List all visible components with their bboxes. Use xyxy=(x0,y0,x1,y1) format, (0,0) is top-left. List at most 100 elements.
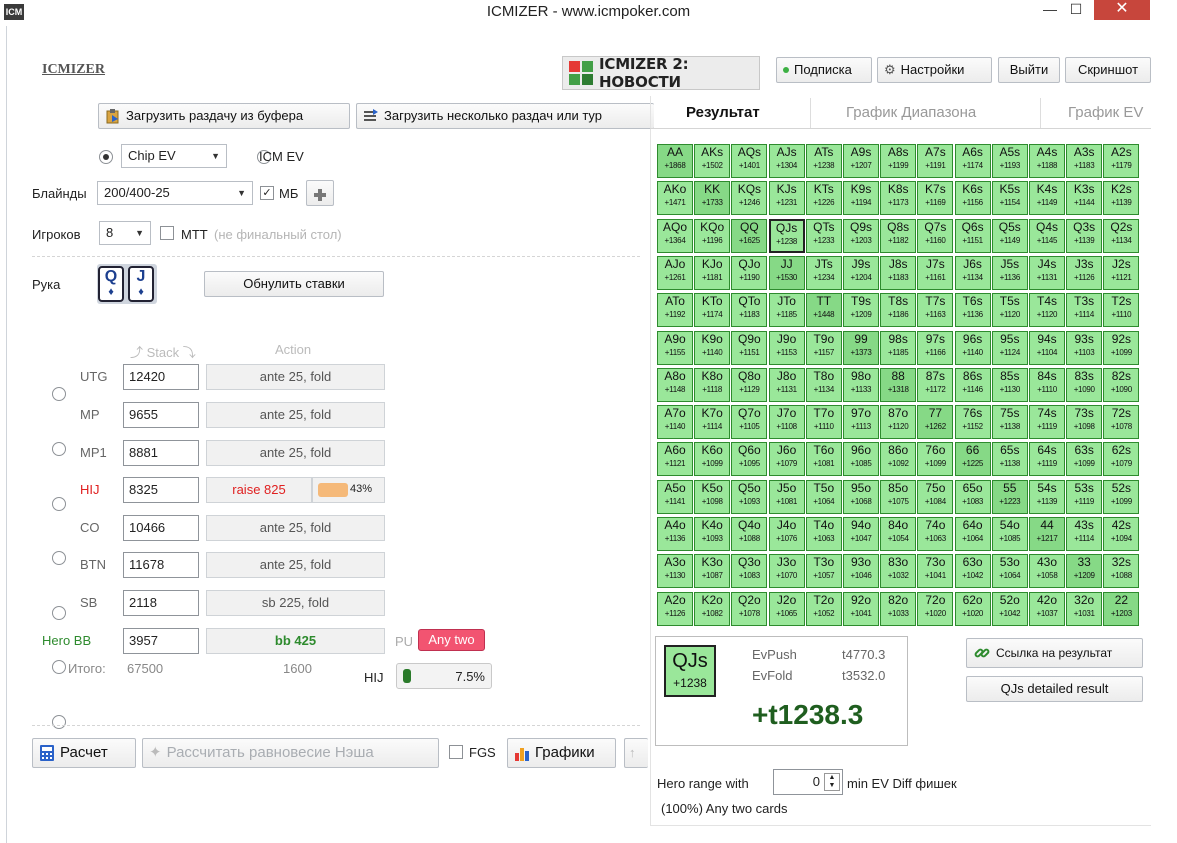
mtt-checkbox[interactable] xyxy=(160,226,174,240)
hand-cell-33[interactable]: 33 +1209 xyxy=(1066,554,1103,589)
settings-button[interactable]: ⚙ Настройки xyxy=(877,57,992,83)
hand-cell-q2o[interactable]: Q2o +1078 xyxy=(731,591,768,626)
hand-cell-86s[interactable]: 86s +1146 xyxy=(954,367,991,402)
hand-cell-a9s[interactable]: A9s +1207 xyxy=(843,144,879,178)
hand-cell-66[interactable]: 66 +1225 xyxy=(954,442,991,477)
add-blinds-button[interactable] xyxy=(306,180,334,206)
hand-cell-j8o[interactable]: J8o +1131 xyxy=(768,367,805,402)
hand-cell-k8s[interactable]: K8s +1173 xyxy=(880,181,917,216)
hand-cell-k8o[interactable]: K8o +1118 xyxy=(694,367,731,402)
hand-cell-qjs[interactable]: QJs +1238 xyxy=(768,218,805,253)
hand-cell-q5s[interactable]: Q5s +1149 xyxy=(991,218,1028,253)
hand-cell-a2s[interactable]: A2s +1179 xyxy=(1103,144,1140,178)
charts-button[interactable]: Графики xyxy=(507,738,616,768)
seat-radio[interactable] xyxy=(52,606,66,620)
hand-cell-t3o[interactable]: T3o +1057 xyxy=(805,554,842,589)
hand-cell-q9o[interactable]: Q9o +1151 xyxy=(731,330,768,365)
logo-link[interactable]: ICMIZER xyxy=(42,62,105,78)
hand-cell-43s[interactable]: 43s +1114 xyxy=(1066,517,1103,551)
hand-cell-a6s[interactable]: A6s +1174 xyxy=(954,144,991,178)
hand-cell-t6o[interactable]: T6o +1081 xyxy=(805,442,842,477)
hand-cell-84s[interactable]: 84s +1110 xyxy=(1029,367,1065,402)
export-button[interactable]: ↑ xyxy=(624,738,648,768)
hand-cell-t4s[interactable]: T4s +1120 xyxy=(1029,293,1065,328)
hero-range-badge[interactable]: Any two xyxy=(418,629,485,651)
screenshot-button[interactable]: Скриншот xyxy=(1065,57,1151,83)
hand-cell-j5s[interactable]: J5s +1136 xyxy=(991,255,1028,290)
hand-cell-a3s[interactable]: A3s +1183 xyxy=(1066,144,1103,178)
hand-cell-97o[interactable]: 97o +1113 xyxy=(843,405,879,440)
action-field[interactable]: ante 25, fold xyxy=(206,515,385,541)
hand-cell-a8o[interactable]: A8o +1148 xyxy=(657,367,693,402)
hand-cell-93s[interactable]: 93s +1103 xyxy=(1066,330,1103,365)
hand-cell-92s[interactable]: 92s +1099 xyxy=(1103,330,1140,365)
hand-cell-83s[interactable]: 83s +1090 xyxy=(1066,367,1103,402)
hand-cell-k7s[interactable]: K7s +1169 xyxy=(917,181,954,216)
hand-cell-aqs[interactable]: AQs +1401 xyxy=(731,144,768,178)
hand-cell-j9o[interactable]: J9o +1153 xyxy=(768,330,805,365)
hand-cell-ajs[interactable]: AJs +1304 xyxy=(768,144,805,178)
hand-cell-t9o[interactable]: T9o +1157 xyxy=(805,330,842,365)
hand-cell-74o[interactable]: 74o +1063 xyxy=(917,517,954,551)
stack-input[interactable]: 10466 xyxy=(123,515,199,541)
hand-cell-q6s[interactable]: Q6s +1151 xyxy=(954,218,991,253)
hand-cell-q4o[interactable]: Q4o +1088 xyxy=(731,517,768,551)
hand-cell-42s[interactable]: 42s +1094 xyxy=(1103,517,1140,551)
hand-cell-76o[interactable]: 76o +1099 xyxy=(917,442,954,477)
hand-cell-82o[interactable]: 82o +1033 xyxy=(880,591,917,626)
hand-cell-k2s[interactable]: K2s +1139 xyxy=(1103,181,1140,216)
hand-cell-98s[interactable]: 98s +1185 xyxy=(880,330,917,365)
stack-input[interactable]: 8881 xyxy=(123,440,199,466)
hand-cell-a4o[interactable]: A4o +1136 xyxy=(657,517,693,551)
raise-range-bar[interactable]: 43% xyxy=(312,477,385,503)
action-field[interactable]: sb 225, fold xyxy=(206,590,385,616)
hand-cell-j7s[interactable]: J7s +1161 xyxy=(917,255,954,290)
tab-range-chart[interactable]: График Диапазона xyxy=(846,104,976,128)
hij-range-bar[interactable]: 7.5% xyxy=(396,663,492,689)
hand-cell-k5s[interactable]: K5s +1154 xyxy=(991,181,1028,216)
hand-cell-q6o[interactable]: Q6o +1095 xyxy=(731,442,768,477)
hand-cell-q3s[interactable]: Q3s +1139 xyxy=(1066,218,1103,253)
hand-cell-77[interactable]: 77 +1262 xyxy=(917,405,954,440)
hand-cell-t2s[interactable]: T2s +1110 xyxy=(1103,293,1140,328)
hand-cell-qjo[interactable]: QJo +1190 xyxy=(731,255,768,290)
hand-cell-43o[interactable]: 43o +1058 xyxy=(1029,554,1065,589)
hand-cell-64o[interactable]: 64o +1064 xyxy=(954,517,991,551)
hand-cell-j6o[interactable]: J6o +1079 xyxy=(768,442,805,477)
hand-cell-65s[interactable]: 65s +1138 xyxy=(991,442,1028,477)
action-field[interactable]: ante 25, fold xyxy=(206,552,385,578)
hand-cell-k9o[interactable]: K9o +1140 xyxy=(694,330,731,365)
hand-cell-53o[interactable]: 53o +1064 xyxy=(991,554,1028,589)
stack-input[interactable]: 11678 xyxy=(123,552,199,578)
hand-cell-63s[interactable]: 63s +1099 xyxy=(1066,442,1103,477)
hand-cell-95o[interactable]: 95o +1068 xyxy=(843,479,879,514)
maximize-button[interactable]: ☐ xyxy=(1064,0,1088,20)
hand-cell-j9s[interactable]: J9s +1204 xyxy=(843,255,879,290)
hand-cell-q2s[interactable]: Q2s +1134 xyxy=(1103,218,1140,253)
close-button[interactable]: ✕ xyxy=(1094,0,1150,20)
hand-cell-54s[interactable]: 54s +1139 xyxy=(1029,479,1065,514)
hand-cell-52s[interactable]: 52s +1099 xyxy=(1103,479,1140,514)
seat-radio[interactable] xyxy=(52,660,66,674)
hand-cell-j2o[interactable]: J2o +1065 xyxy=(768,591,805,626)
hand-cell-85o[interactable]: 85o +1075 xyxy=(880,479,917,514)
fgs-checkbox[interactable] xyxy=(449,745,463,759)
hand-cell-74s[interactable]: 74s +1119 xyxy=(1029,405,1065,440)
hand-cell-a5o[interactable]: A5o +1141 xyxy=(657,479,693,514)
subscribe-button[interactable]: Подписка xyxy=(776,57,872,83)
hand-cell-q4s[interactable]: Q4s +1145 xyxy=(1029,218,1065,253)
hand-cell-a5s[interactable]: A5s +1193 xyxy=(991,144,1028,178)
stack-input[interactable]: 3957 xyxy=(123,628,199,654)
hand-cell-82s[interactable]: 82s +1090 xyxy=(1103,367,1140,402)
hand-cell-t7s[interactable]: T7s +1163 xyxy=(917,293,954,328)
hand-cell-aa[interactable]: AA +1868 xyxy=(657,144,693,178)
hand-cell-t2o[interactable]: T2o +1052 xyxy=(805,591,842,626)
hand-cell-q8s[interactable]: Q8s +1182 xyxy=(880,218,917,253)
hand-cell-62s[interactable]: 62s +1079 xyxy=(1103,442,1140,477)
hand-cell-a8s[interactable]: A8s +1199 xyxy=(880,144,917,178)
hand-cell-94o[interactable]: 94o +1047 xyxy=(843,517,879,551)
hand-cell-aks[interactable]: AKs +1502 xyxy=(694,144,731,178)
hand-cell-q7s[interactable]: Q7s +1160 xyxy=(917,218,954,253)
hand-cell-97s[interactable]: 97s +1166 xyxy=(917,330,954,365)
stack-input[interactable]: 2118 xyxy=(123,590,199,616)
